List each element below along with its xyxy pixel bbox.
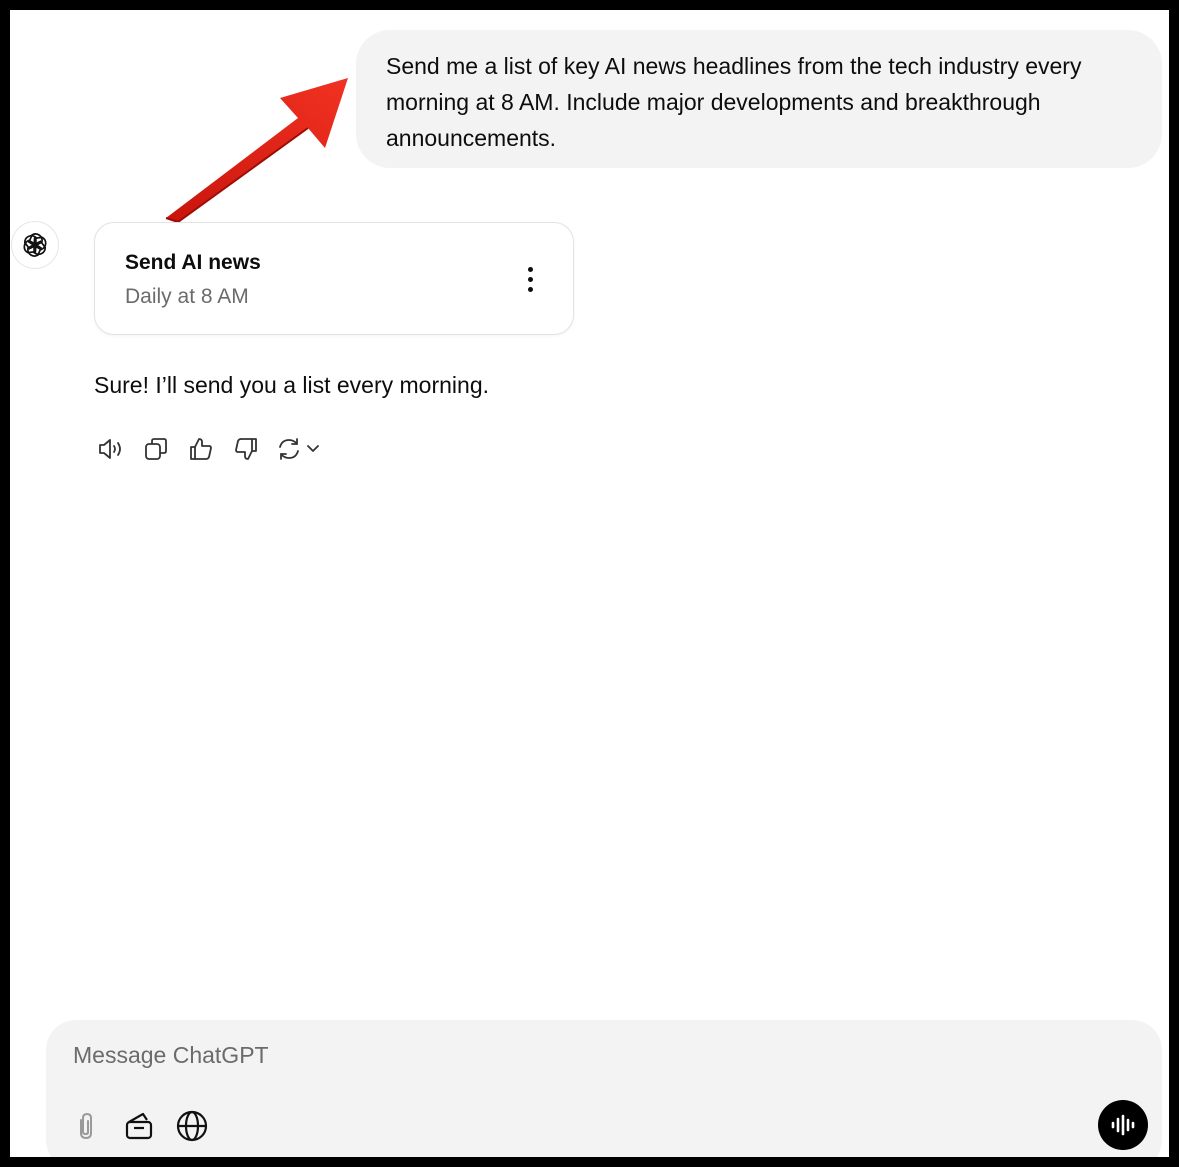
- message-actions: [94, 434, 324, 464]
- chat-window: Send me a list of key AI news headlines …: [10, 10, 1169, 1157]
- user-message-text: Send me a list of key AI news headlines …: [386, 53, 1082, 151]
- globe-icon[interactable]: [174, 1108, 210, 1144]
- read-aloud-icon[interactable]: [94, 434, 127, 464]
- annotation-arrow: [165, 78, 348, 224]
- openai-logo-icon: [11, 221, 59, 269]
- message-composer: [46, 1020, 1162, 1157]
- user-message-bubble: Send me a list of key AI news headlines …: [356, 30, 1162, 168]
- assistant-reply-text: Sure! I’ll send you a list every morning…: [94, 372, 490, 398]
- regenerate-icon[interactable]: [274, 434, 324, 464]
- voice-mode-icon[interactable]: [1098, 1100, 1148, 1150]
- task-schedule: Daily at 8 AM: [125, 285, 249, 308]
- copy-icon[interactable]: [139, 434, 172, 464]
- scheduled-task-card[interactable]: Send AI news Daily at 8 AM: [94, 222, 574, 335]
- tools-icon[interactable]: [121, 1108, 157, 1144]
- thumbs-up-icon[interactable]: [184, 434, 217, 464]
- task-title: Send AI news: [125, 251, 261, 274]
- thumbs-down-icon[interactable]: [229, 434, 262, 464]
- message-input[interactable]: [73, 1042, 973, 1069]
- more-vertical-icon[interactable]: [515, 263, 545, 295]
- attach-icon[interactable]: [68, 1108, 104, 1144]
